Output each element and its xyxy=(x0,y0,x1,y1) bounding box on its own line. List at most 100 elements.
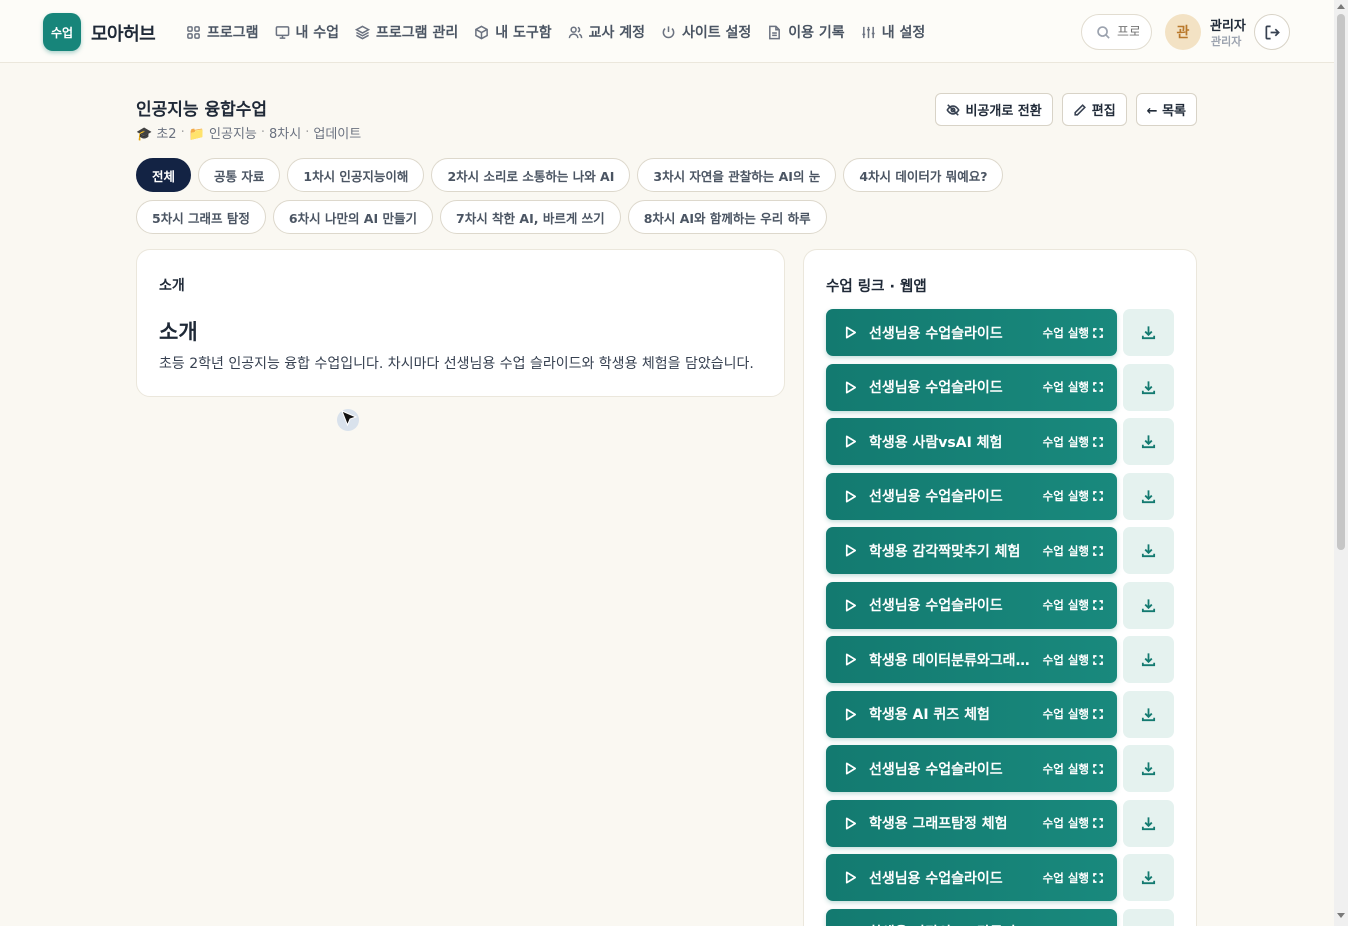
launch-class-button[interactable]: 학생용 사람vsAI 체험 수업 실행 xyxy=(826,418,1117,465)
launch-class-button[interactable]: 선생님용 수업슬라이드 수업 실행 xyxy=(826,309,1117,356)
user-name: 관리자 xyxy=(1210,19,1246,34)
nav-item-program-management[interactable]: 프로그램 관리 xyxy=(347,18,466,46)
logout-button[interactable] xyxy=(1254,14,1290,50)
launch-class-button[interactable]: 학생용 데이터분류와그래프만들기 체험 수업 실행 xyxy=(826,636,1117,683)
nav-item-label: 프로그램 xyxy=(207,25,259,41)
launch-class-button[interactable]: 학생용 나만의 AI 만들기 체험수업 실행 xyxy=(826,908,1117,926)
play-icon xyxy=(845,326,857,339)
run-class-label: 수업 실행 xyxy=(1043,543,1103,559)
nav-item-label: 이용 기록 xyxy=(788,25,845,41)
link-label: 학생용 그래프탐정 체험 xyxy=(869,816,1008,832)
tab-session-7[interactable]: 7차시 착한 AI, 바르게 쓰기 xyxy=(440,200,621,234)
launch-class-button[interactable]: 학생용 감각짝맞추기 체험 수업 실행 xyxy=(826,527,1117,574)
run-class-text: 수업 실행 xyxy=(1042,816,1089,830)
launch-class-button[interactable]: 학생용 AI 퀴즈 체험 수업 실행 xyxy=(826,690,1117,738)
intro-card: 소개 소개 초등 2학년 인공지능 융합 수업입니다. 차시마다 선생님용 수업… xyxy=(136,249,785,397)
meta-grade: 🎓 초2 xyxy=(136,127,177,142)
play-icon xyxy=(845,381,857,393)
launch-class-button[interactable]: 선생님용 수업슬라이드 수업 실행 xyxy=(826,363,1117,411)
download-button[interactable] xyxy=(1123,745,1174,792)
link-label: 선생님용 수업슬라이드 xyxy=(869,870,1003,887)
nav-item-label: 내 설정 xyxy=(881,25,926,41)
scroll-down-arrow[interactable] xyxy=(1337,913,1345,918)
link-row: 선생님용 수업슬라이드 수업 실행 xyxy=(826,309,1176,356)
run-class-text: 수업 실행 xyxy=(1042,870,1089,885)
logo-badge[interactable]: 수업 xyxy=(43,13,81,51)
tab-session-4[interactable]: 4차시 데이터가 뭐예요? xyxy=(843,158,1004,192)
tab-session-3[interactable]: 3차시 자연을 관찰하는 AI의 눈 xyxy=(637,158,837,192)
download-icon xyxy=(1141,544,1156,558)
nav-item-usage-logs[interactable]: 이용 기록 xyxy=(759,18,852,46)
nav-item-label: 내 수업 xyxy=(295,25,340,41)
nav-item-site-settings[interactable]: 사이트 설정 xyxy=(653,18,759,46)
fullscreen-icon xyxy=(1093,382,1103,392)
link-row: 선생님용 수업슬라이드 수업 실행 xyxy=(826,745,1176,792)
tab-session-2[interactable]: 2차시 소리로 소통하는 나와 AI xyxy=(431,158,631,192)
sliders-icon xyxy=(862,26,875,38)
tab-session-8[interactable]: 8차시 AI와 함께하는 우리 하루 xyxy=(627,200,827,234)
run-class-text: 수업 실행 xyxy=(1042,598,1089,612)
download-button[interactable] xyxy=(1123,854,1174,901)
run-class-label: 수업 실행 xyxy=(1043,488,1103,504)
file-text-icon xyxy=(769,25,781,39)
fullscreen-icon xyxy=(1093,763,1103,774)
fullscreen-icon xyxy=(1093,545,1103,556)
play-icon xyxy=(845,599,857,611)
nav-item-programs[interactable]: 프로그램 xyxy=(178,18,267,46)
meta-separator: · xyxy=(260,125,266,140)
launch-class-button[interactable]: 선생님용 수업슬라이드 수업 실행 xyxy=(826,472,1117,520)
make-private-label: 비공개로 전환 xyxy=(965,104,1042,119)
download-button[interactable] xyxy=(1123,472,1174,520)
site-logo-text[interactable]: 모아허브 xyxy=(91,20,156,46)
back-to-list-button[interactable]: ← 목록 xyxy=(1135,93,1197,126)
tab-all[interactable]: 전체 xyxy=(136,158,192,192)
download-button[interactable] xyxy=(1123,418,1174,465)
launch-class-button[interactable]: 선생님용 수업슬라이드 수업 실행 xyxy=(826,581,1117,629)
play-icon xyxy=(845,435,857,448)
tab-session-6[interactable]: 6차시 나만의 AI 만들기 xyxy=(272,200,433,234)
pencil-icon xyxy=(1074,103,1086,116)
link-label: 학생용 사람vsAI 체험 xyxy=(869,434,1003,451)
nav-item-my-classes[interactable]: 내 수업 xyxy=(267,18,348,46)
nav-item-label: 사이트 설정 xyxy=(682,25,752,41)
search-input[interactable] xyxy=(1117,24,1139,40)
tab-common-materials[interactable]: 공통 자료 xyxy=(198,158,281,192)
launch-class-button[interactable]: 선생님용 수업슬라이드 수업 실행 xyxy=(826,745,1117,792)
meta-sessions: 8차시 xyxy=(269,127,302,142)
launch-class-button[interactable]: 학생용 그래프탐정 체험 수업 실행 xyxy=(826,799,1117,847)
download-icon xyxy=(1141,598,1156,612)
download-button[interactable] xyxy=(1123,799,1174,847)
download-button[interactable] xyxy=(1123,690,1174,738)
make-private-button[interactable]: 비공개로 전환 xyxy=(935,93,1053,126)
launch-class-button[interactable]: 선생님용 수업슬라이드 수업 실행 xyxy=(826,854,1117,901)
download-button[interactable] xyxy=(1123,636,1174,683)
link-row: 학생용 AI 퀴즈 체험 수업 실행 xyxy=(826,690,1176,738)
run-class-text: 수업 실행 xyxy=(1042,707,1089,721)
play-icon xyxy=(845,544,857,557)
intro-section-label: 소개 xyxy=(159,278,185,294)
download-button[interactable] xyxy=(1123,363,1174,411)
edit-button[interactable]: 편집 xyxy=(1061,93,1127,126)
scroll-up-arrow[interactable] xyxy=(1337,4,1345,9)
download-button[interactable] xyxy=(1123,581,1174,629)
download-button[interactable] xyxy=(1123,309,1174,356)
tab-session-5[interactable]: 5차시 그래프 탐정 xyxy=(136,200,266,234)
scrollbar-thumb[interactable] xyxy=(1337,14,1345,550)
play-icon xyxy=(845,762,857,775)
download-button[interactable] xyxy=(1123,908,1174,926)
nav-item-teacher-accounts[interactable]: 교사 계정 xyxy=(560,18,653,46)
avatar[interactable]: 관 xyxy=(1165,14,1201,50)
user-role: 관리자 xyxy=(1211,35,1242,48)
nav-item-my-settings[interactable]: 내 설정 xyxy=(853,18,934,46)
run-class-label: 수업 실행 xyxy=(1043,597,1103,613)
nav-item-my-toolbox[interactable]: 내 도구함 xyxy=(466,18,559,46)
download-icon xyxy=(1141,762,1156,776)
link-row: 학생용 데이터분류와그래프만들기 체험 수업 실행 xyxy=(826,636,1176,683)
run-class-text: 수업 실행 xyxy=(1042,325,1089,340)
run-class-label: 수업 실행 xyxy=(1043,761,1103,777)
run-class-label: 수업 실행 xyxy=(1043,706,1103,722)
nav-item-label: 프로그램 관리 xyxy=(376,25,459,41)
download-button[interactable] xyxy=(1123,527,1174,574)
search-box[interactable] xyxy=(1081,14,1152,50)
tab-session-1[interactable]: 1차시 인공지능이해 xyxy=(287,158,425,192)
